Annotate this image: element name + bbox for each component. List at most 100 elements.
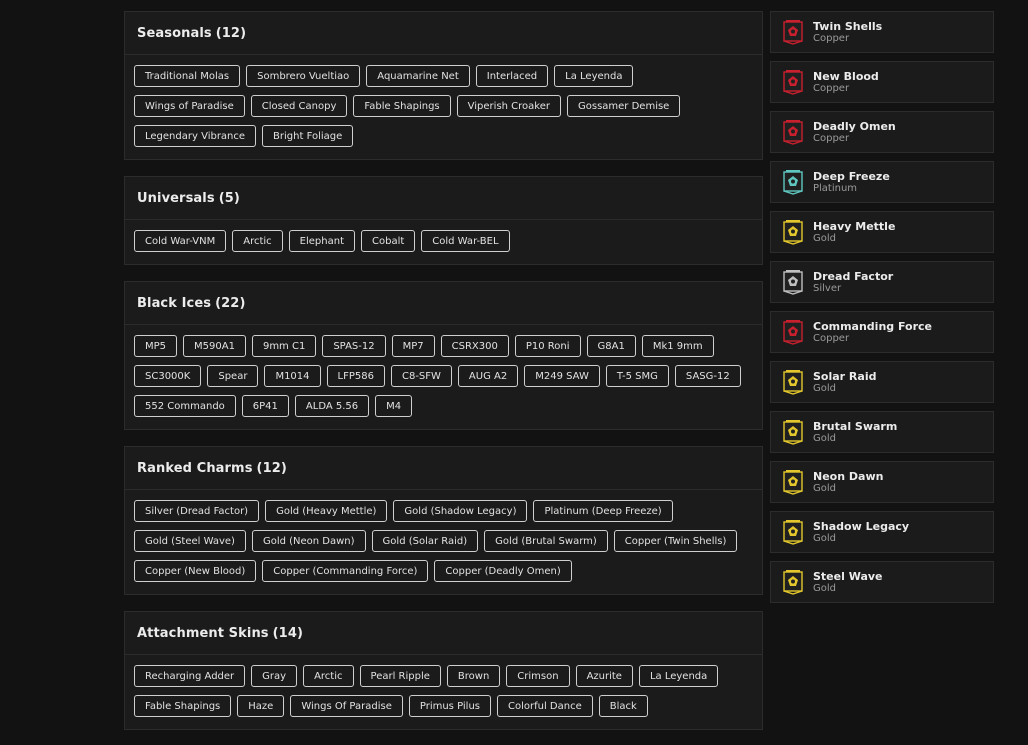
item-tag[interactable]: Gold (Heavy Mettle) — [265, 500, 388, 522]
item-tag[interactable]: MP7 — [391, 335, 435, 357]
item-tag[interactable]: M4 — [375, 395, 413, 417]
item-tag[interactable]: M590A1 — [183, 335, 246, 357]
section-header: Universals (5) — [125, 177, 762, 220]
charm-text: Neon Dawn Gold — [813, 470, 883, 495]
tag-list: Recharging Adder Gray Arctic Pearl Ripple Br… — [125, 655, 762, 729]
gold-rank-charm-icon — [781, 469, 805, 495]
item-tag[interactable]: SC3000K — [134, 365, 202, 387]
item-tag[interactable]: Haze — [237, 695, 285, 717]
item-tag[interactable]: Gold (Solar Raid) — [371, 530, 479, 552]
charm-row[interactable]: Solar Raid Gold — [770, 361, 994, 403]
item-tag[interactable]: P10 Roni — [514, 335, 581, 357]
item-tag[interactable]: Closed Canopy — [250, 95, 348, 117]
item-tag[interactable]: Fable Shapings — [353, 95, 451, 117]
item-tag[interactable]: AUG A2 — [457, 365, 519, 387]
item-tag[interactable]: La Leyenda — [638, 665, 719, 687]
item-tag[interactable]: Mk1 9mm — [641, 335, 714, 357]
gold-rank-charm-icon — [781, 369, 805, 395]
charm-name: Commanding Force — [813, 319, 933, 333]
section-header: Ranked Charms (12) — [125, 447, 762, 490]
charm-tier: Platinum — [813, 182, 858, 194]
charm-row[interactable]: Brutal Swarm Gold — [770, 411, 994, 453]
item-tag[interactable]: Silver (Dread Factor) — [134, 500, 260, 522]
item-tag[interactable]: Elephant — [288, 230, 355, 252]
charm-row[interactable]: Shadow Legacy Gold — [770, 511, 994, 553]
item-tag[interactable]: Pearl Ripple — [359, 665, 441, 687]
section-universals: Universals (5) Cold War-VNM Arctic Elephant… — [124, 176, 763, 265]
item-tag[interactable]: MP5 — [134, 335, 178, 357]
item-tag[interactable]: 6P41 — [241, 395, 289, 417]
charm-row[interactable]: Steel Wave Gold — [770, 561, 994, 603]
item-tag[interactable]: SPAS-12 — [322, 335, 386, 357]
item-tag[interactable]: Copper (Commanding Force) — [262, 560, 429, 582]
charm-text: Deep Freeze Platinum — [813, 170, 890, 195]
copper-rank-charm-icon — [781, 319, 805, 345]
item-tag[interactable]: Legendary Vibrance — [134, 125, 257, 147]
item-tag[interactable]: C8-SFW — [390, 365, 452, 387]
item-tag[interactable]: Gold (Shadow Legacy) — [393, 500, 528, 522]
page: Seasonals (12) Traditional Molas Sombrero … — [0, 0, 1028, 745]
item-tag[interactable]: Spear — [207, 365, 259, 387]
item-tag[interactable]: Azurite — [575, 665, 633, 687]
charm-row[interactable]: Deep Freeze Platinum — [770, 161, 994, 203]
item-tag[interactable]: Sombrero Vueltiao — [246, 65, 361, 87]
charm-row[interactable]: Neon Dawn Gold — [770, 461, 994, 503]
item-tag[interactable]: Arctic — [232, 230, 283, 252]
item-tag[interactable]: M249 SAW — [524, 365, 600, 387]
charm-row[interactable]: Deadly Omen Copper — [770, 111, 994, 153]
gold-rank-charm-icon — [781, 419, 805, 445]
section-black-ices: Black Ices (22) MP5 M590A1 9mm C1 SPAS-12 MP7… — [124, 281, 763, 430]
item-tag[interactable]: Wings of Paradise — [134, 95, 245, 117]
item-tag[interactable]: Crimson — [506, 665, 570, 687]
item-tag[interactable]: Primus Pilus — [408, 695, 491, 717]
item-tag[interactable]: Brown — [446, 665, 501, 687]
item-tag[interactable]: Platinum (Deep Freeze) — [533, 500, 673, 522]
item-tag[interactable]: Gray — [251, 665, 298, 687]
item-tag[interactable]: Gold (Steel Wave) — [134, 530, 246, 552]
item-tag[interactable]: Colorful Dance — [497, 695, 593, 717]
copper-rank-charm-icon — [781, 69, 805, 95]
item-tag[interactable]: Fable Shapings — [134, 695, 232, 717]
item-tag[interactable]: Gossamer Demise — [567, 95, 681, 117]
item-tag[interactable]: ALDA 5.56 — [294, 395, 370, 417]
item-tag[interactable]: Cobalt — [361, 230, 416, 252]
item-tag[interactable]: Bright Foliage — [262, 125, 354, 147]
item-tag[interactable]: Wings Of Paradise — [290, 695, 403, 717]
charm-row[interactable]: Heavy Mettle Gold — [770, 211, 994, 253]
item-tag[interactable]: Arctic — [303, 665, 354, 687]
item-tag[interactable]: Cold War-VNM — [134, 230, 227, 252]
item-tag[interactable]: M1014 — [264, 365, 321, 387]
item-tag[interactable]: Copper (New Blood) — [134, 560, 257, 582]
charm-tier: Gold — [813, 232, 836, 244]
item-tag[interactable]: 9mm C1 — [251, 335, 317, 357]
item-tag[interactable]: Copper (Twin Shells) — [613, 530, 738, 552]
item-tag[interactable]: Cold War-BEL — [421, 230, 510, 252]
section-count: (5) — [218, 190, 240, 206]
charm-row[interactable]: New Blood Copper — [770, 61, 994, 103]
item-tag[interactable]: Black — [598, 695, 648, 717]
item-tag[interactable]: Interlaced — [475, 65, 549, 87]
item-tag[interactable]: Viperish Croaker — [456, 95, 561, 117]
item-tag[interactable]: La Leyenda — [554, 65, 634, 87]
item-tag[interactable]: Gold (Brutal Swarm) — [484, 530, 608, 552]
item-tag[interactable]: T-5 SMG — [605, 365, 669, 387]
charm-text: Deadly Omen Copper — [813, 120, 896, 145]
item-tag[interactable]: G8A1 — [586, 335, 636, 357]
section-count: (12) — [215, 25, 247, 41]
item-tag[interactable]: Gold (Neon Dawn) — [251, 530, 366, 552]
charm-row[interactable]: Commanding Force Copper — [770, 311, 994, 353]
item-tag[interactable]: Traditional Molas — [134, 65, 241, 87]
item-tag[interactable]: 552 Commando — [134, 395, 236, 417]
item-tag[interactable]: CSRX300 — [440, 335, 509, 357]
item-tag[interactable]: SASG-12 — [674, 365, 741, 387]
gold-rank-charm-icon — [781, 569, 805, 595]
item-tag[interactable]: Aquamarine Net — [366, 65, 470, 87]
charm-text: Steel Wave Gold — [813, 570, 883, 595]
charm-row[interactable]: Dread Factor Silver — [770, 261, 994, 303]
item-tag[interactable]: LFP586 — [326, 365, 385, 387]
charm-name: Heavy Mettle — [813, 219, 896, 233]
charm-row[interactable]: Twin Shells Copper — [770, 11, 994, 53]
item-tag[interactable]: Recharging Adder — [134, 665, 246, 687]
section-title: Attachment Skins — [137, 625, 269, 641]
item-tag[interactable]: Copper (Deadly Omen) — [434, 560, 572, 582]
